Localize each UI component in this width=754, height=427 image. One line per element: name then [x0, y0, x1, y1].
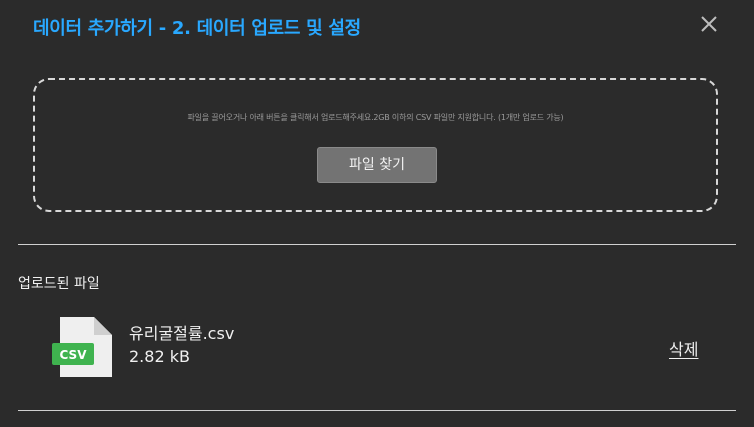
file-name: 유리굴절률.csv: [129, 324, 235, 343]
delete-file-link[interactable]: 삭제: [669, 336, 698, 360]
file-size: 2.82 kB: [129, 347, 190, 366]
upload-dialog: 데이터 추가하기 - 2. 데이터 업로드 및 설정 파일을 끌어오거나 아래 …: [0, 0, 754, 427]
divider: [18, 244, 736, 245]
csv-file-icon: CSV: [52, 317, 112, 377]
close-button[interactable]: [698, 13, 720, 35]
uploaded-file-item: CSV 유리굴절률.csv 2.82 kB 삭제: [50, 314, 710, 380]
dropzone-hint: 파일을 끌어오거나 아래 버튼을 클릭해서 업로드해주세요.2GB 이하의 CS…: [187, 113, 564, 122]
divider: [18, 410, 736, 411]
uploaded-files-label: 업로드된 파일: [18, 276, 100, 292]
file-dropzone[interactable]: 파일을 끌어오거나 아래 버튼을 클릭해서 업로드해주세요.2GB 이하의 CS…: [33, 78, 718, 212]
close-icon: [701, 16, 717, 32]
find-file-button[interactable]: 파일 찾기: [317, 147, 437, 183]
csv-badge-text: CSV: [60, 348, 88, 362]
dialog-title: 데이터 추가하기 - 2. 데이터 업로드 및 설정: [33, 18, 361, 39]
